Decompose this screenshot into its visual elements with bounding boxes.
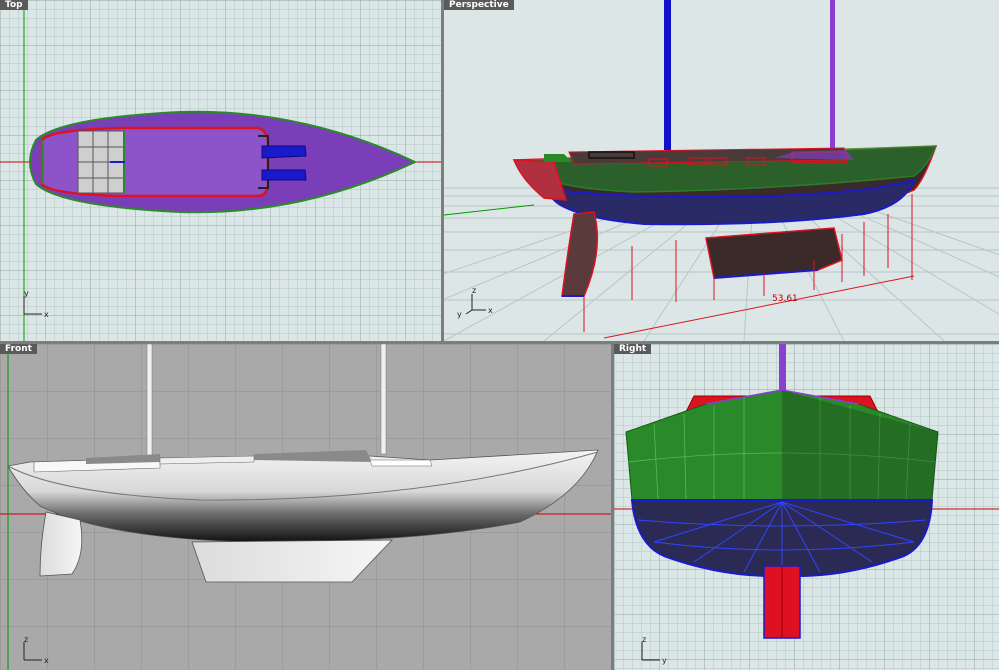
viewport-front[interactable]: Front z x [0, 344, 611, 670]
axis-label-y: y [24, 289, 29, 298]
top-view-canvas[interactable]: y x [0, 0, 441, 341]
axis-label-z: z [642, 635, 646, 644]
axis-label-z: z [472, 286, 476, 295]
axis-label-x: x [44, 656, 49, 665]
axis-label-y: y [457, 310, 462, 319]
viewport-top[interactable]: Top y x [0, 0, 441, 341]
axis-label-x: x [44, 310, 49, 319]
viewport-label-top[interactable]: Top [0, 0, 28, 10]
viewport-label-right[interactable]: Right [614, 344, 652, 354]
viewport-perspective[interactable]: Perspective 53.61 z x y [444, 0, 999, 341]
front-view-canvas[interactable]: z x [0, 344, 611, 670]
axis-label-z: z [24, 635, 28, 644]
viewport-label-perspective[interactable]: Perspective [444, 0, 514, 10]
axis-label-x: x [488, 306, 493, 315]
mast-right-view[interactable] [779, 344, 786, 392]
right-view-canvas[interactable]: z y [614, 344, 999, 670]
viewport-label-front[interactable]: Front [0, 344, 37, 354]
dimension-value: 53.61 [772, 294, 798, 304]
perspective-view-canvas[interactable]: 53.61 z x y [444, 0, 999, 341]
axis-label-y: y [662, 656, 667, 665]
masts-perspective[interactable] [664, 0, 835, 150]
viewport-right[interactable]: Right z y [614, 344, 999, 670]
